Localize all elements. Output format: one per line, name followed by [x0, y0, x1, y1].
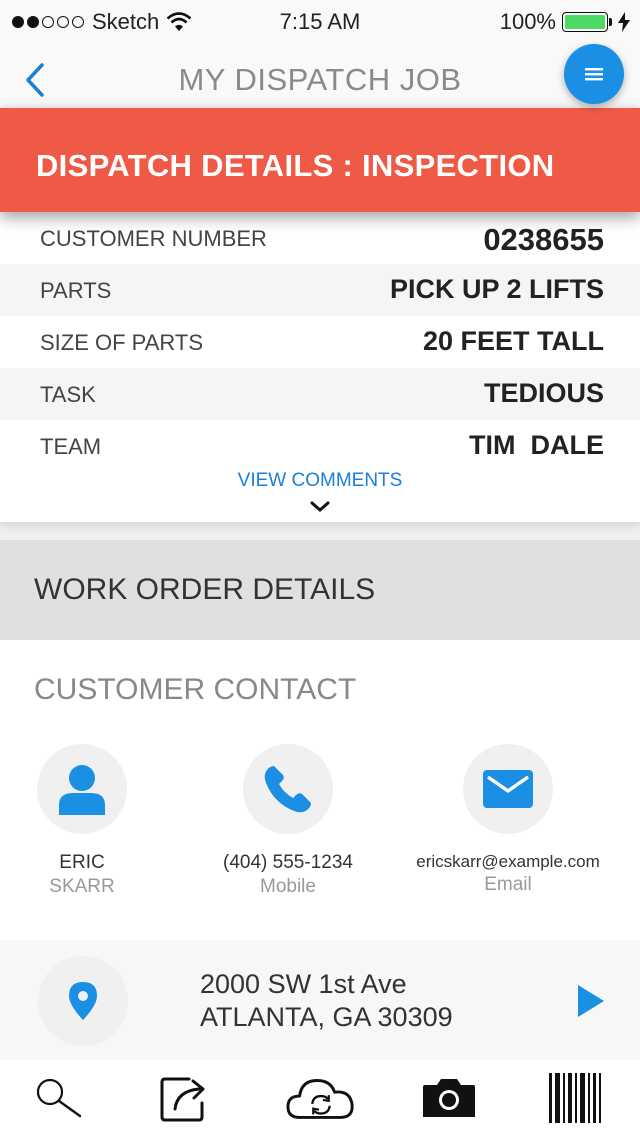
- detail-row-customer-number: CUSTOMER NUMBER 0238655: [0, 212, 640, 264]
- camera-icon: [423, 1079, 475, 1117]
- bottom-toolbar: [0, 1060, 640, 1136]
- contact-phone[interactable]: (404) 555-1234 Mobile: [178, 744, 398, 898]
- address-row[interactable]: 2000 SW 1st Ave ATLANTA, GA 30309: [0, 940, 640, 1060]
- play-arrow-icon: [578, 985, 604, 1017]
- contact-email-address: ericskarr@example.com: [416, 852, 600, 871]
- detail-value: 20 FEET TALL: [422, 326, 604, 356]
- camera-button[interactable]: [414, 1070, 484, 1126]
- location-pin-icon: [69, 982, 97, 1020]
- contact-email-type: Email: [484, 874, 532, 895]
- menu-button[interactable]: [564, 44, 624, 104]
- address-line1: 2000 SW 1st Ave: [200, 969, 407, 999]
- contact-first-name: ERIC: [59, 852, 105, 873]
- detail-row-team: TEAM TIM DALE: [0, 420, 640, 472]
- battery-indicator: 100%: [500, 9, 630, 35]
- status-bar: Sketch 7:15 AM 100%: [0, 0, 640, 44]
- person-avatar: [37, 744, 127, 834]
- customer-contact-section: CUSTOMER CONTACT ERIC SKARR (404) 555-12…: [0, 640, 640, 940]
- detail-row-task: TASK TEDIOUS: [0, 368, 640, 420]
- barcode-scan-button[interactable]: [540, 1070, 610, 1126]
- detail-label: SIZE OF PARTS: [40, 330, 203, 355]
- location-pin-button[interactable]: [38, 956, 128, 1046]
- customer-contact-title: CUSTOMER CONTACT: [34, 673, 357, 706]
- contact-email[interactable]: ericskarr@example.com Email: [398, 744, 618, 896]
- charging-icon: [618, 12, 630, 32]
- barcode-icon: [549, 1073, 601, 1123]
- email-button[interactable]: [463, 744, 553, 834]
- chevron-down-icon: [310, 501, 330, 512]
- cloud-sync-icon: [286, 1079, 354, 1119]
- phone-icon: [264, 766, 311, 813]
- detail-value: TIM DALE: [469, 430, 604, 460]
- share-icon: [160, 1077, 205, 1122]
- dispatch-details-header: DISPATCH DETAILS : INSPECTION: [0, 108, 640, 212]
- search-icon: [36, 1078, 82, 1118]
- work-order-details-section[interactable]: WORK ORDER DETAILS: [0, 540, 640, 640]
- work-order-details-title: WORK ORDER DETAILS: [34, 573, 376, 606]
- search-button[interactable]: [24, 1070, 94, 1126]
- detail-label: PARTS: [40, 278, 112, 303]
- dispatch-details-title: DISPATCH DETAILS : INSPECTION: [36, 148, 555, 183]
- email-icon: [483, 770, 533, 808]
- battery-percent: 100%: [499, 9, 556, 34]
- phone-button[interactable]: [243, 744, 333, 834]
- detail-label: TASK: [40, 382, 96, 407]
- view-comments-link[interactable]: VIEW COMMENTS: [0, 470, 640, 492]
- detail-label: CUSTOMER NUMBER: [40, 226, 267, 251]
- detail-value: TEDIOUS: [483, 378, 604, 408]
- detail-label: TEAM: [40, 434, 102, 459]
- battery-icon: [562, 12, 612, 32]
- sync-button[interactable]: [286, 1070, 356, 1126]
- address-text: 2000 SW 1st Ave ATLANTA, GA 30309: [200, 968, 453, 1034]
- detail-value: 0238655: [483, 222, 604, 257]
- page-title: MY DISPATCH JOB: [178, 62, 462, 97]
- contact-phone-number: (404) 555-1234: [223, 852, 353, 873]
- contact-person[interactable]: ERIC SKARR: [0, 744, 192, 898]
- detail-value: PICK UP 2 LIFTS: [389, 274, 604, 304]
- navigate-button[interactable]: [576, 984, 606, 1018]
- contact-last-name: SKARR: [49, 876, 115, 897]
- detail-row-parts: PARTS PICK UP 2 LIFTS: [0, 264, 640, 316]
- navigation-bar: MY DISPATCH JOB: [0, 44, 640, 116]
- share-button[interactable]: [152, 1070, 222, 1126]
- address-line2: ATLANTA, GA 30309: [200, 1002, 453, 1032]
- contact-phone-type: Mobile: [260, 876, 316, 897]
- dispatch-details-card: DISPATCH DETAILS : INSPECTION CUSTOMER N…: [0, 108, 640, 522]
- expand-comments-button[interactable]: [300, 492, 340, 522]
- detail-row-size-of-parts: SIZE OF PARTS 20 FEET TALL: [0, 316, 640, 368]
- menu-icon: [585, 68, 603, 81]
- person-icon: [59, 765, 105, 815]
